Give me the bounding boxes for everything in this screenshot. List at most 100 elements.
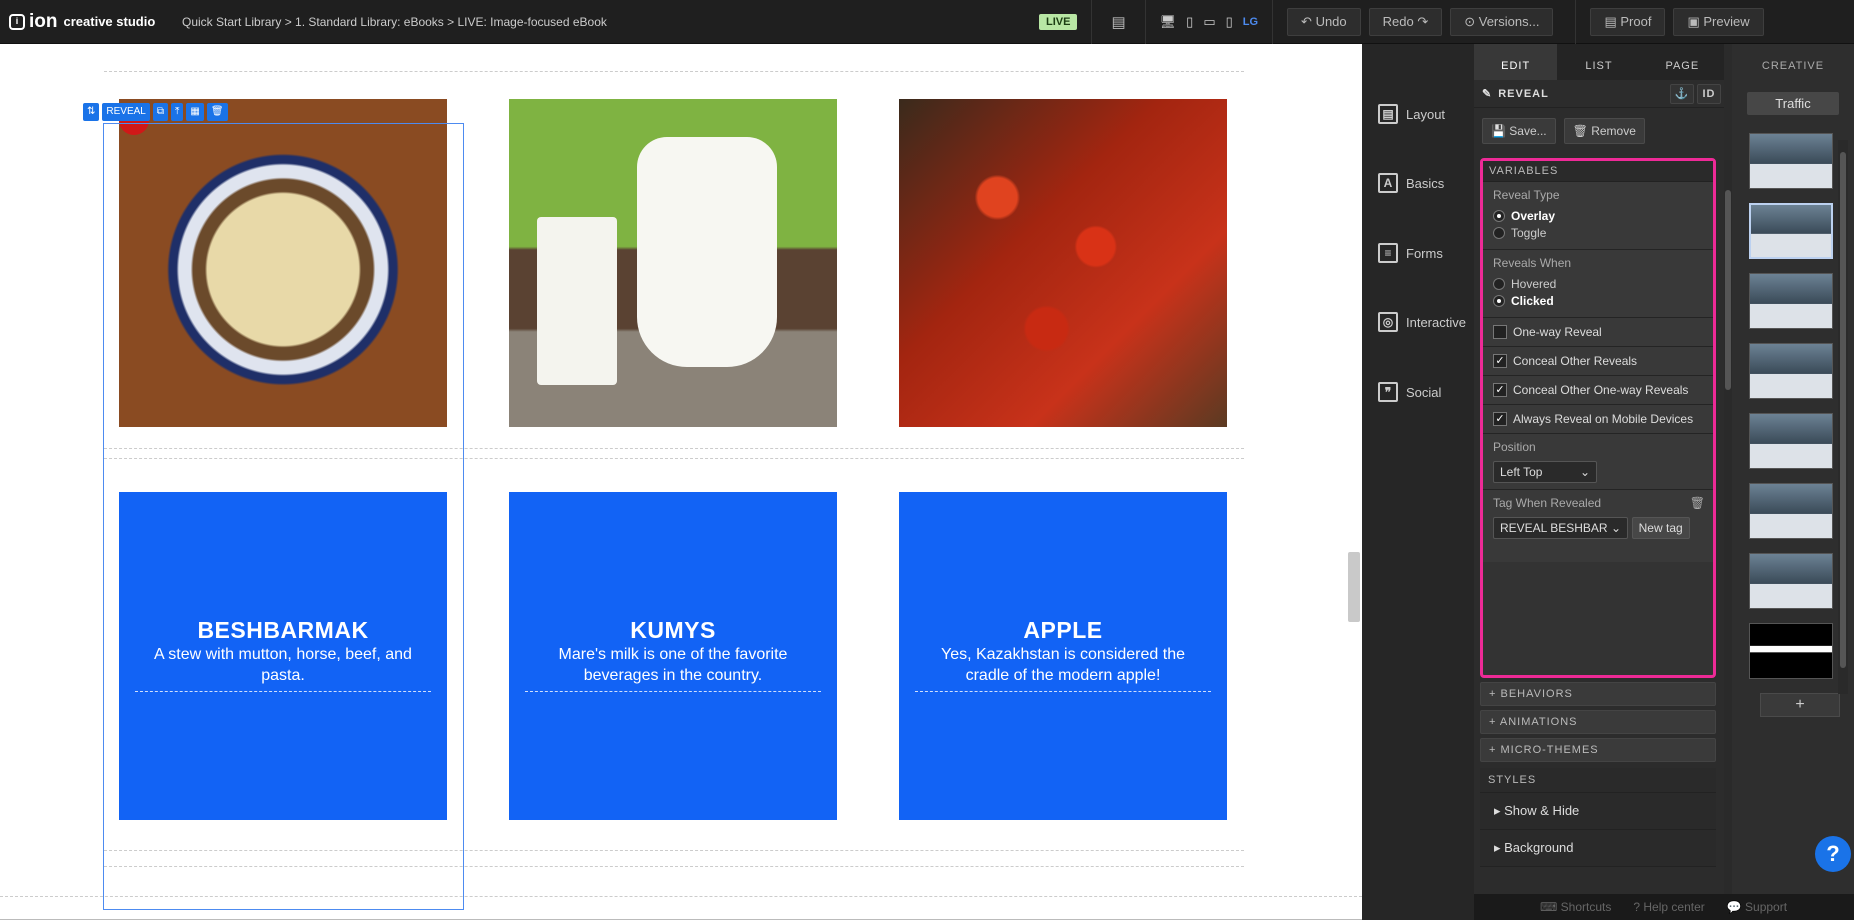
radio-dot	[1493, 210, 1505, 222]
page-thumbnail[interactable]	[1749, 483, 1833, 539]
check-icon: ✓	[1493, 354, 1507, 368]
scrollbar-thumb[interactable]	[1840, 152, 1846, 668]
animations-section[interactable]: + ANIMATIONS	[1480, 710, 1716, 734]
reveal-overlay-kumys[interactable]: KUMYS Mare's milk is one of the favorite…	[509, 492, 837, 820]
background-item[interactable]: ▸ Background	[1480, 830, 1716, 867]
page-thumbnail[interactable]	[1749, 553, 1833, 609]
tag-select[interactable]: REVEAL BESHBAR ⌄	[1493, 517, 1629, 539]
styles-section: STYLES ▸ Show & Hide ▸ Background	[1480, 768, 1716, 867]
background-label: Background	[1504, 840, 1574, 855]
versions-label: Versions...	[1478, 13, 1540, 29]
editor-canvas[interactable]: BESHBARMAK A stew with mutton, horse, be…	[0, 44, 1362, 920]
proof-label: Proof	[1620, 13, 1652, 29]
keyboard-icon: ⌨	[1540, 900, 1561, 914]
checkbox-one-way[interactable]: One-way Reveal	[1483, 318, 1713, 347]
check-icon: ✓	[1493, 412, 1507, 426]
help-icon: ?	[1633, 900, 1644, 914]
trash-icon[interactable]: 🗑	[206, 103, 228, 121]
panel-item-forms[interactable]: ≡ Forms	[1378, 243, 1443, 263]
new-tag-button[interactable]: New tag	[1631, 517, 1690, 539]
copy-icon[interactable]: ⧉	[152, 103, 168, 121]
panel-item-social[interactable]: ❞ Social	[1378, 382, 1441, 402]
pin-icon[interactable]: ⤒	[171, 103, 184, 121]
tab-page[interactable]: PAGE	[1641, 44, 1724, 80]
tab-edit[interactable]: EDIT	[1474, 44, 1558, 80]
preview-icon: ▣	[1687, 13, 1704, 29]
preview-button[interactable]: ▣ Preview	[1673, 7, 1764, 36]
layout-toggle-icon[interactable]: ▤	[1111, 13, 1125, 31]
position-group: Position Left Top ⌄	[1483, 434, 1713, 490]
help-fab-button[interactable]: ?	[1815, 836, 1851, 872]
phone-icon[interactable]: ▯	[1226, 14, 1233, 30]
reveal-tag[interactable]: REVEAL	[102, 103, 150, 121]
show-hide-item[interactable]: ▸ Show & Hide	[1480, 793, 1716, 830]
support-link[interactable]: 💬 Support	[1727, 900, 1787, 914]
variables-section: VARIABLES Reveal Type Overlay Toggle Rev…	[1480, 158, 1716, 678]
page-thumbnail-selected[interactable]	[1749, 203, 1833, 259]
radio-toggle[interactable]: Toggle	[1493, 226, 1705, 240]
page-thumbnail[interactable]	[1749, 413, 1833, 469]
page-thumbnail[interactable]	[1749, 133, 1833, 189]
shortcuts-link[interactable]: ⌨ Shortcuts	[1540, 900, 1611, 914]
trash-icon[interactable]: 🗑	[1690, 496, 1705, 510]
ion-logo-icon: i	[9, 13, 25, 30]
tag-label: Tag When Revealed	[1493, 496, 1602, 510]
radio-hovered[interactable]: Hovered	[1493, 277, 1705, 291]
tablet-landscape-icon[interactable]: ▭	[1203, 14, 1215, 30]
proof-button[interactable]: ▤ Proof	[1590, 7, 1666, 36]
creative-scrollbar[interactable]	[1838, 140, 1848, 694]
id-button[interactable]: ID	[1697, 83, 1721, 104]
variables-header: VARIABLES	[1483, 161, 1713, 182]
panel-item-interactive[interactable]: ◎ Interactive	[1378, 312, 1466, 332]
checkbox-conceal-others[interactable]: ✓ Conceal Other Reveals	[1483, 347, 1713, 376]
checkbox-label: Conceal Other One-way Reveals	[1513, 383, 1689, 397]
move-icon[interactable]: ⇅	[83, 103, 100, 121]
panel-item-label: Forms	[1406, 245, 1443, 261]
radio-clicked[interactable]: Clicked	[1493, 294, 1705, 308]
device-switcher: 🖥 ▯ ▭ ▯ LG	[1160, 14, 1258, 30]
interactive-icon: ◎	[1378, 312, 1398, 332]
traffic-button[interactable]: Traffic	[1747, 92, 1839, 115]
logo-mark: ion	[29, 10, 58, 32]
checkbox-box	[1493, 325, 1507, 339]
panel-item-label: Interactive	[1406, 314, 1466, 330]
radio-dot	[1493, 278, 1505, 290]
redo-button[interactable]: Redo ↷	[1368, 7, 1443, 36]
logo[interactable]: i ion creative studio	[9, 11, 169, 33]
device-size-label[interactable]: LG	[1243, 16, 1258, 28]
position-select[interactable]: Left Top ⌄	[1493, 461, 1597, 483]
trash-icon: 🗑	[1572, 124, 1592, 138]
micro-themes-section[interactable]: + MICRO-THEMES	[1480, 738, 1716, 762]
breadcrumb[interactable]: Quick Start Library > 1. Standard Librar…	[182, 15, 1042, 29]
reveal-overlay-apple[interactable]: APPLE Yes, Kazakhstan is considered the …	[899, 492, 1227, 820]
anchor-icon[interactable]: ⚓	[1670, 83, 1694, 104]
show-hide-label: Show & Hide	[1504, 803, 1580, 818]
tablet-icon[interactable]: ▯	[1186, 14, 1193, 30]
radio-label: Clicked	[1511, 294, 1554, 308]
properties-scrollbar[interactable]	[1724, 160, 1732, 894]
behaviors-section[interactable]: + BEHAVIORS	[1480, 682, 1716, 706]
panel-item-layout[interactable]: ▤ Layout	[1378, 104, 1445, 124]
checkbox-always-mobile[interactable]: ✓ Always Reveal on Mobile Devices	[1483, 405, 1713, 434]
overlay-title: KUMYS	[630, 617, 716, 643]
scrollbar-thumb[interactable]	[1725, 190, 1731, 390]
desktop-icon[interactable]: 🖥	[1160, 14, 1177, 30]
undo-button[interactable]: ↶ Undo	[1287, 7, 1361, 36]
page-thumbnail[interactable]	[1749, 623, 1833, 679]
radio-overlay[interactable]: Overlay	[1493, 209, 1705, 223]
versions-button[interactable]: ⊙ Versions...	[1450, 7, 1554, 36]
separator	[1144, 0, 1146, 44]
page-thumbnail[interactable]	[1749, 343, 1833, 399]
remove-button[interactable]: 🗑 Remove	[1563, 118, 1645, 144]
save-button[interactable]: 💾 Save...	[1482, 118, 1556, 144]
checkbox-conceal-one-way[interactable]: ✓ Conceal Other One-way Reveals	[1483, 376, 1713, 405]
add-page-button[interactable]: +	[1760, 693, 1840, 717]
tab-list[interactable]: LIST	[1557, 44, 1640, 80]
separator	[1575, 0, 1577, 44]
grid-icon[interactable]: ▦	[186, 103, 204, 121]
panel-item-basics[interactable]: A Basics	[1378, 173, 1444, 193]
page-thumbnail[interactable]	[1749, 273, 1833, 329]
help-center-link[interactable]: ? Help center	[1633, 900, 1704, 914]
canvas-scrollbar[interactable]	[1348, 552, 1360, 622]
overlay-desc: Mare's milk is one of the favorite bever…	[558, 646, 788, 684]
